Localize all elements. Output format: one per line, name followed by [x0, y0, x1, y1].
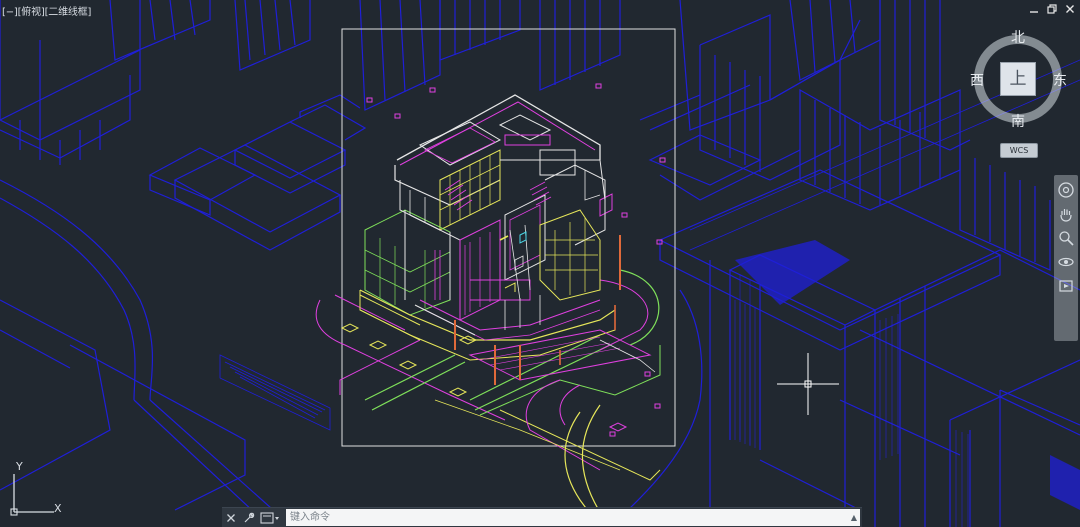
zoom-icon[interactable]: [1057, 229, 1075, 247]
view-menu[interactable]: [俯视]: [18, 7, 45, 18]
compass-north[interactable]: 北: [1011, 27, 1025, 47]
plot-frame: [341, 28, 676, 447]
viewport-control-menu[interactable]: [−]: [2, 7, 18, 18]
command-input[interactable]: [286, 509, 848, 526]
restore-icon[interactable]: [1046, 4, 1058, 16]
drawing-canvas[interactable]: [0, 0, 1080, 527]
command-history-icon[interactable]: [258, 509, 282, 527]
wcs-menu-button[interactable]: WCS: [1000, 143, 1038, 158]
wrench-icon[interactable]: [240, 509, 258, 527]
cad-application: [−][俯视][二维线框] 上 北 南 西 东 WCS Y X 键入命令 ▲: [0, 0, 1080, 527]
ucs-y-label: Y: [16, 460, 23, 473]
command-input-wrap: ▲: [286, 509, 860, 526]
close-icon[interactable]: [222, 509, 240, 527]
navigation-bar: [1054, 175, 1078, 341]
steering-wheel-icon[interactable]: [1057, 181, 1075, 199]
command-scroll-up-icon[interactable]: ▲: [848, 509, 860, 526]
compass-south[interactable]: 南: [1011, 111, 1025, 131]
window-controls: [1028, 4, 1076, 16]
compass-west[interactable]: 西: [970, 70, 984, 90]
ucs-icon: Y X: [6, 460, 66, 520]
showmotion-icon[interactable]: [1057, 277, 1075, 295]
visual-style-menu[interactable]: [二维线框]: [45, 7, 92, 18]
viewcube-top-face[interactable]: 上: [1000, 62, 1036, 96]
building-model: [359, 94, 656, 385]
close-icon[interactable]: [1064, 4, 1076, 16]
minimize-icon[interactable]: [1028, 4, 1040, 16]
compass-east[interactable]: 东: [1053, 70, 1067, 90]
pan-icon[interactable]: [1057, 205, 1075, 223]
viewport-label: [−][俯视][二维线框]: [2, 3, 91, 18]
command-line: ▲: [222, 507, 862, 527]
orbit-icon[interactable]: [1057, 253, 1075, 271]
viewcube: 上 北 南 西 东 WCS: [970, 27, 1072, 177]
ucs-x-label: X: [54, 502, 62, 515]
site-plan: [315, 269, 661, 527]
